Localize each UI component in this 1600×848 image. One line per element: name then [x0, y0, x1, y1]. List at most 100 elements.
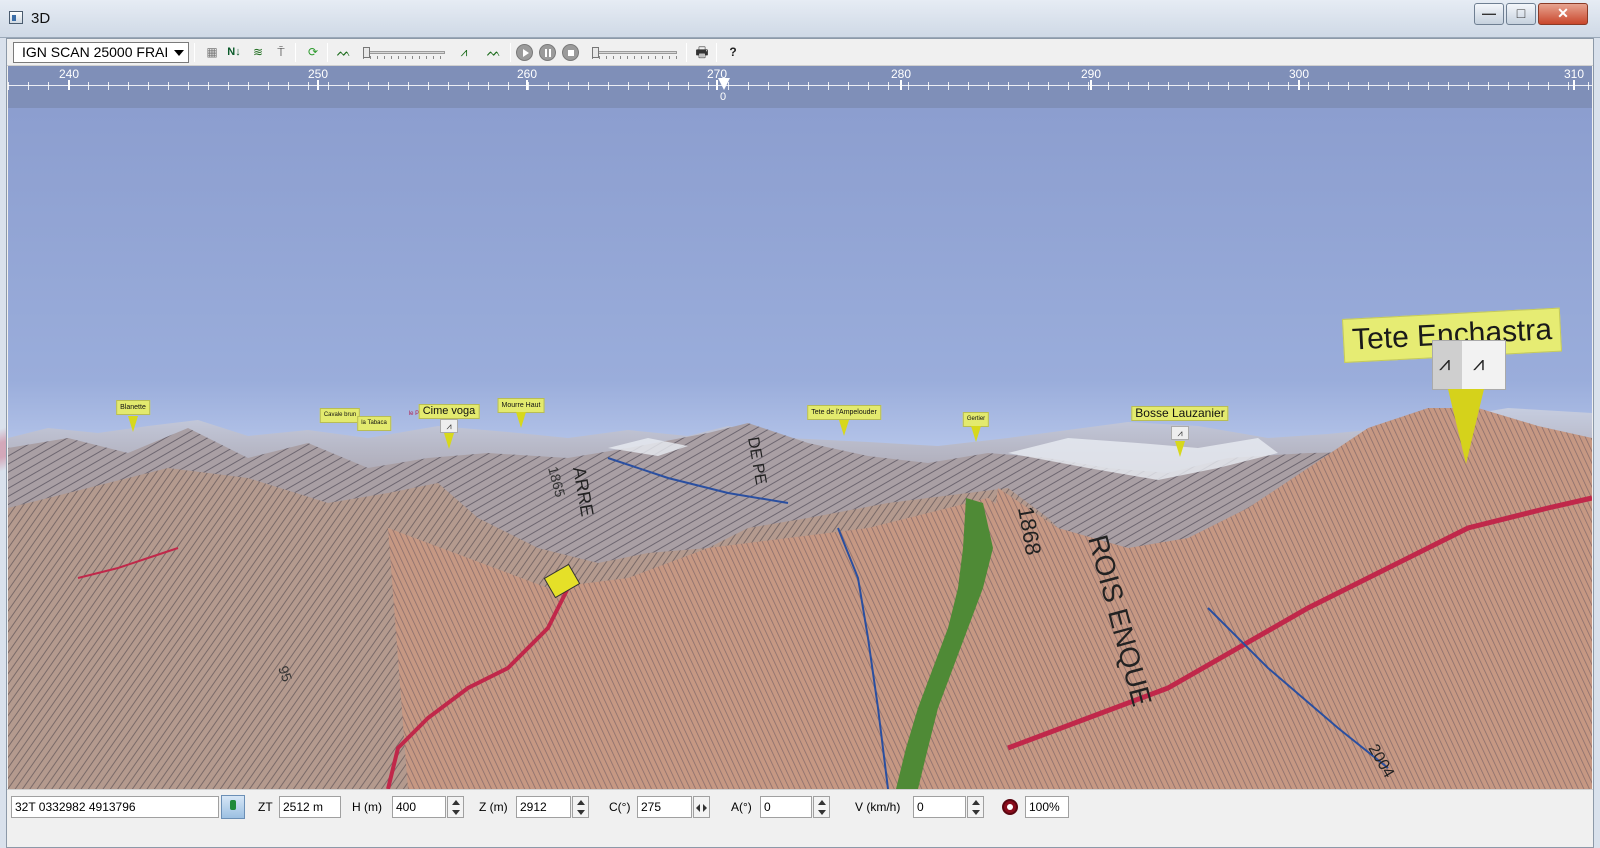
minimize-icon: — — [1482, 5, 1496, 21]
title-bar[interactable]: 3D — □ ✕ — [0, 0, 1600, 38]
peak-pin-icon — [1175, 441, 1185, 457]
height-slider[interactable] — [363, 47, 445, 59]
height-slider-ticks — [363, 56, 445, 59]
heading-marker[interactable]: 0 — [718, 78, 730, 103]
peak-pin-large-icon — [1448, 389, 1484, 464]
mountain-icon: ⩘ — [1439, 353, 1451, 375]
chevron-down-icon[interactable] — [174, 50, 184, 56]
marker-icon[interactable]: ⍑ — [271, 43, 291, 62]
toolbar-separator — [716, 43, 717, 62]
stop-icon[interactable] — [562, 44, 579, 61]
peak-pin-icon — [444, 433, 454, 449]
close-button[interactable]: ✕ — [1538, 3, 1588, 25]
layers-icon[interactable]: ≋ — [248, 43, 268, 62]
print-icon[interactable]: 🖶 — [692, 43, 712, 62]
ruler-major-tick — [1298, 80, 1300, 90]
c-label: C(°) — [609, 800, 631, 814]
h-spinner[interactable] — [447, 796, 464, 818]
locate-pin-button[interactable] — [221, 795, 245, 819]
terrain-high-icon[interactable]: ⩘ — [454, 43, 474, 62]
ruler-major-tick — [900, 80, 902, 90]
terrain-low-icon[interactable]: ᨓ — [334, 43, 354, 62]
zoom-field: 100% — [1025, 796, 1069, 818]
help-icon[interactable]: ? — [723, 43, 743, 62]
pause-icon[interactable] — [539, 44, 556, 61]
toolbar-separator — [327, 43, 328, 62]
maximize-icon: □ — [1516, 5, 1526, 21]
3d-window: 3D — □ ✕ IGN SCAN 25000 FRAI ▦ N↓ ≋ ⍑ ⟳ … — [0, 0, 1600, 848]
v-label: V (km/h) — [855, 800, 901, 814]
ruler-major-tick — [1090, 80, 1092, 90]
z-label: Z (m) — [479, 800, 508, 814]
minimize-button[interactable]: — — [1474, 3, 1504, 25]
zt-label: ZT — [258, 800, 273, 814]
toolbar-separator — [510, 43, 511, 62]
peak-label[interactable]: Mourre Haut — [497, 398, 545, 413]
play-icon[interactable] — [516, 44, 533, 61]
peak-label[interactable]: Cavale brun — [319, 408, 361, 423]
ruler-label: 310 — [1563, 67, 1585, 81]
heading-marker-arrow-icon — [718, 78, 730, 90]
3d-terrain-view[interactable]: 1865 1868 ARRE DE PE ROIS ENQUE 2004 95 … — [8, 108, 1592, 789]
peak-icon: ⩘ — [440, 419, 458, 433]
refresh-icon[interactable]: ⟳ — [303, 43, 323, 62]
terrain-icon[interactable]: ᨓ — [484, 43, 504, 62]
c-field[interactable]: 275 — [637, 796, 692, 818]
ruler-major-tick — [68, 80, 70, 90]
peak-label[interactable]: Gertier — [962, 412, 990, 427]
zt-field: 2512 m — [279, 796, 341, 818]
ruler-label: 260 — [516, 67, 538, 81]
map-source-value: IGN SCAN 25000 FRAI — [22, 44, 169, 60]
client-area: IGN SCAN 25000 FRAI ▦ N↓ ≋ ⍑ ⟳ ᨓ ⩘ ᨓ 🖶 ?… — [6, 38, 1594, 848]
app-icon — [9, 11, 23, 24]
ruler-label: 240 — [58, 67, 80, 81]
ruler-major-tick — [317, 80, 319, 90]
v-field[interactable]: 0 — [913, 796, 966, 818]
a-spinner[interactable] — [813, 796, 830, 818]
height-slider-track — [363, 51, 445, 54]
animation-slider[interactable] — [592, 47, 677, 59]
peak-label[interactable]: Tete de l'Ampelouder — [807, 405, 881, 420]
toolbar-separator — [194, 43, 195, 62]
ruler-major-tick — [526, 80, 528, 90]
heading-ruler[interactable]: 240 250 260 270 280 290 300 310 0 — [8, 66, 1592, 108]
status-bar: 32T 0332982 4913796 ZT 2512 m H (m) 400 … — [7, 789, 1593, 823]
z-field[interactable]: 2912 — [516, 796, 571, 818]
v-spinner[interactable] — [967, 796, 984, 818]
record-button[interactable] — [1002, 799, 1018, 815]
peak-label[interactable]: Blanette — [116, 400, 150, 415]
animation-slider-track — [592, 51, 677, 54]
ruler-label: 300 — [1288, 67, 1310, 81]
mountain-icon: ⩘ — [1473, 353, 1485, 375]
toolbar-separator — [295, 43, 296, 62]
peak-label[interactable]: Cime voga — [418, 404, 480, 419]
peak-pin-icon — [971, 426, 981, 442]
peak-label[interactable]: la Tabaca — [357, 416, 391, 431]
peak-pin-icon — [128, 416, 138, 432]
peak-icon: ⩘ — [1171, 426, 1189, 440]
caption-buttons: — □ ✕ — [1472, 3, 1588, 25]
h-label: H (m) — [352, 800, 382, 814]
animation-slider-ticks — [592, 56, 677, 59]
grid-icon[interactable]: ▦ — [202, 43, 222, 62]
animation-slider-thumb[interactable] — [592, 47, 599, 58]
peak-pin-icon — [516, 412, 526, 428]
close-icon: ✕ — [1557, 5, 1569, 21]
map-source-select[interactable]: IGN SCAN 25000 FRAI — [13, 42, 189, 63]
z-spinner[interactable] — [572, 796, 589, 818]
c-spinner[interactable] — [693, 796, 710, 818]
heading-marker-label: 0 — [720, 91, 727, 103]
peak-label[interactable]: Bosse Lauzanier — [1131, 406, 1229, 421]
peak-icon-large: ⩘ ⩘ — [1432, 340, 1506, 390]
a-label: A(°) — [731, 800, 752, 814]
terrain-render: 1865 1868 ARRE DE PE ROIS ENQUE 2004 95 — [8, 408, 1592, 789]
h-field[interactable]: 400 — [392, 796, 446, 818]
a-field[interactable]: 0 — [760, 796, 812, 818]
coordinates-field[interactable]: 32T 0332982 4913796 — [11, 796, 219, 818]
maximize-button[interactable]: □ — [1506, 3, 1536, 25]
toolbar: IGN SCAN 25000 FRAI ▦ N↓ ≋ ⍑ ⟳ ᨓ ⩘ ᨓ 🖶 ? — [7, 39, 1593, 66]
north-arrow-icon[interactable]: N↓ — [224, 43, 244, 62]
ruler-label: 250 — [307, 67, 329, 81]
height-slider-thumb[interactable] — [363, 47, 370, 58]
ruler-label: 280 — [890, 67, 912, 81]
